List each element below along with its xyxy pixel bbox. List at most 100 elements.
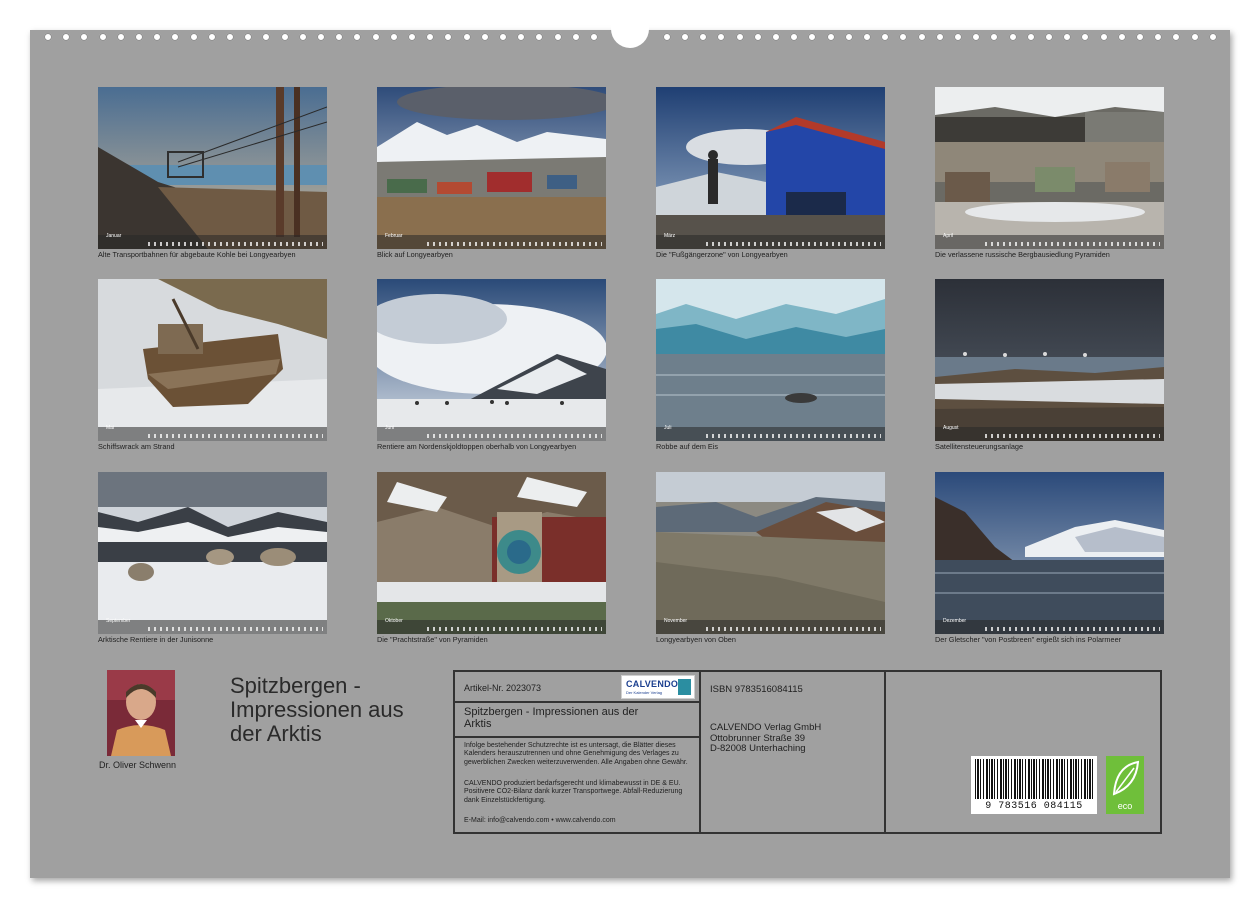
binding-ring	[1136, 33, 1144, 41]
caption-august: Satellitensteuerungsanlage	[935, 442, 1024, 451]
contact-line: E-Mail: info@calvendo.com • www.calvendo…	[464, 817, 616, 824]
photo-february-image	[377, 87, 606, 249]
binding-ring	[44, 33, 52, 41]
binding-ring	[772, 33, 780, 41]
calendar-days	[427, 627, 602, 631]
production-notice: CALVENDO produziert bedarfsgerecht und k…	[464, 780, 683, 804]
binding-ring	[935, 33, 944, 41]
eco-label: eco	[1117, 801, 1133, 811]
hanger-notch	[611, 10, 649, 48]
divider	[699, 672, 701, 832]
binding-ring	[408, 33, 416, 41]
binding-ring	[244, 33, 253, 41]
calendar-days	[148, 242, 323, 246]
month-label: Januar	[106, 233, 122, 239]
caption-december: Der Gletscher "von Postbreen" ergießt si…	[935, 635, 1122, 644]
month-label: November	[664, 618, 688, 624]
binding-ring	[990, 33, 999, 41]
photo-june: Juni	[377, 279, 606, 441]
binding-ring	[480, 33, 489, 41]
photo-august-image	[935, 279, 1164, 441]
photo-january: Januar	[98, 87, 327, 249]
binding-ring	[571, 33, 580, 41]
photo-july-image	[656, 279, 885, 441]
binding-ring	[881, 33, 890, 41]
title-line: Impressionen aus	[230, 697, 404, 722]
isbn: ISBN 9783516084115	[710, 684, 803, 695]
month-label: April	[943, 233, 954, 239]
binding-ring	[899, 33, 908, 41]
binding-ring	[826, 33, 835, 41]
brand-subtitle: Der Kalender Verlag	[626, 690, 663, 695]
binding-ring	[171, 33, 180, 41]
publisher-city: D-82008 Unterhaching	[710, 743, 806, 754]
caption-september: Arktische Rentiere in der Junisonne	[98, 635, 214, 644]
binding-ring	[1063, 33, 1072, 41]
binding-ring	[1172, 33, 1181, 41]
photo-may-image	[98, 279, 327, 441]
calendar-days	[985, 627, 1160, 631]
photo-september: September	[98, 472, 327, 634]
binding-ring	[699, 33, 708, 41]
calendar-days	[706, 627, 881, 631]
title-line: der Arktis	[230, 721, 322, 746]
binding-ring	[717, 33, 726, 41]
binding-ring	[1154, 33, 1163, 41]
binding-ring	[353, 33, 362, 41]
month-label: Februar	[385, 233, 403, 239]
publisher-address: CALVENDO Verlag GmbH Ottobrunner Straße …	[710, 722, 821, 755]
binding-ring	[972, 33, 981, 41]
photo-october: Oktober	[377, 472, 606, 634]
binding-ring	[844, 33, 853, 41]
binding-ring	[335, 33, 344, 41]
binding-ring	[135, 33, 143, 41]
isbn-barcode: 9 783516 084115	[971, 756, 1097, 814]
caption-may: Schiffswrack am Strand	[98, 442, 175, 451]
divider	[455, 701, 699, 703]
photo-december-image	[935, 472, 1164, 634]
caption-february: Blick auf Longyearbyen	[377, 250, 453, 259]
calendar-days	[148, 627, 323, 631]
legal-notice: Infolge bestehender Schutzrechte ist es …	[464, 742, 688, 766]
author-name: Dr. Oliver Schwenn	[99, 760, 177, 770]
binding-ring	[262, 33, 271, 41]
author-portrait	[107, 670, 175, 756]
binding-ring	[917, 33, 926, 41]
binding-ring	[80, 33, 89, 41]
caption-march: Die "Fußgängerzone" von Longyearbyen	[656, 250, 788, 259]
photo-january-image	[98, 87, 327, 249]
barcode-bars	[975, 759, 1093, 799]
calendar-days	[427, 242, 602, 246]
photo-august: August	[935, 279, 1164, 441]
divider	[884, 672, 886, 832]
barcode-number: 9 783516 084115	[985, 801, 1083, 812]
title-line: Spitzbergen -	[230, 673, 361, 698]
month-label: September	[106, 618, 131, 624]
product-title: Spitzbergen - Impressionen aus der Arkti…	[464, 706, 694, 730]
binding-ring	[517, 33, 526, 41]
binding-ring	[207, 33, 216, 41]
binding-ring	[499, 33, 507, 41]
author-portrait-image	[107, 670, 175, 756]
binding-ring	[1045, 33, 1053, 41]
month-label: Oktober	[385, 618, 403, 624]
binding-ring	[735, 33, 744, 41]
product-title-line: Spitzbergen - Impressionen aus der	[464, 706, 639, 718]
binding-ring	[1190, 33, 1199, 41]
leaf-icon	[1112, 760, 1140, 796]
caption-april: Die verlassene russische Bergbausiedlung…	[935, 250, 1110, 259]
binding-ring	[462, 33, 471, 41]
photo-october-image	[377, 472, 606, 634]
calendar-days	[427, 434, 602, 438]
month-label: Dezember	[943, 618, 967, 624]
binding-ring	[98, 33, 107, 41]
binding-ring	[681, 33, 689, 41]
caption-november: Longyearbyen von Oben	[656, 635, 736, 644]
binding-ring	[426, 33, 435, 41]
caption-june: Rentiere am Nordenskjoldtoppen oberhalb …	[377, 442, 577, 451]
article-number: Artikel-Nr. 2023073	[464, 683, 542, 693]
calendar-days	[706, 242, 881, 246]
photo-april-image	[935, 87, 1164, 249]
calendar-title: Spitzbergen - Impressionen aus der Arkti…	[230, 674, 445, 746]
eco-badge: eco	[1106, 756, 1144, 814]
